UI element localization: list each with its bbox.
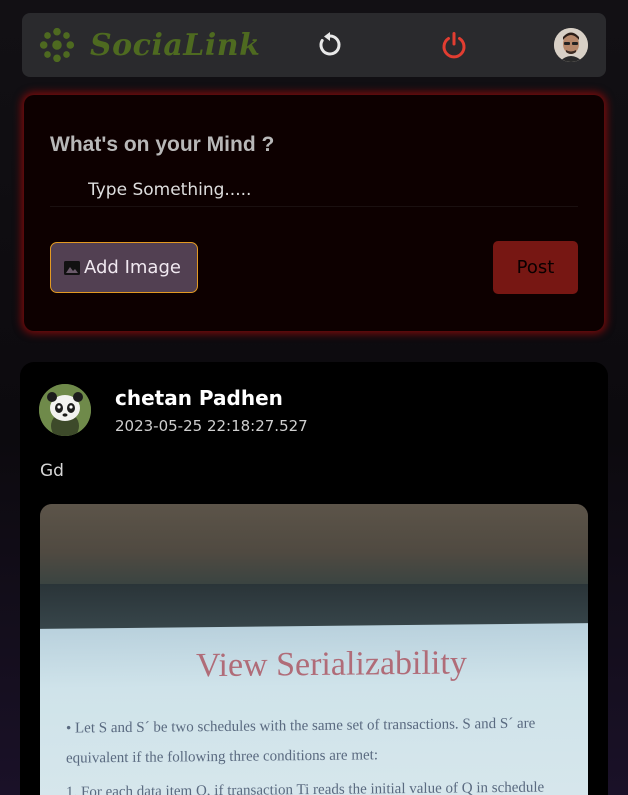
slide-screen: View Serializability • Let S and S´ be t… <box>40 623 588 795</box>
post-button[interactable]: Post <box>493 241 578 294</box>
compose-card: What's on your Mind ? Add Image Post <box>24 95 604 331</box>
power-icon <box>442 32 466 59</box>
avatar-image <box>554 28 588 62</box>
slide-title: View Serializability <box>196 644 467 685</box>
post-author-avatar[interactable] <box>39 384 91 436</box>
post-label: Post <box>516 257 555 278</box>
flower-logo-icon <box>39 27 75 63</box>
post-card: chetan Padhen 2023-05-25 22:18:27.527 Gd… <box>20 362 608 795</box>
slide-line-3: 1. For each data item Q, if transaction … <box>66 779 545 795</box>
top-navbar: SociaLink <box>22 13 606 77</box>
post-text: Gd <box>40 461 64 481</box>
image-icon <box>64 260 80 275</box>
post-timestamp: 2023-05-25 22:18:27.527 <box>115 417 308 435</box>
panda-avatar-image <box>39 384 91 436</box>
post-author-name[interactable]: chetan Padhen <box>115 386 283 410</box>
photo-wall <box>40 504 588 584</box>
post-image[interactable]: View Serializability • Let S and S´ be t… <box>40 504 588 795</box>
logout-button[interactable] <box>438 29 470 61</box>
refresh-button[interactable] <box>314 29 346 61</box>
compose-title: What's on your Mind ? <box>50 133 275 156</box>
refresh-icon <box>319 32 341 56</box>
slide-line-1: • Let S and S´ be two schedules with the… <box>66 715 536 737</box>
post-text-input[interactable] <box>50 173 578 207</box>
app-logo[interactable]: SociaLink <box>38 21 260 69</box>
add-image-button[interactable]: Add Image <box>50 242 198 293</box>
app-name: SociaLink <box>90 27 261 63</box>
slide-line-2: equivalent if the following three condit… <box>66 747 378 767</box>
add-image-label: Add Image <box>84 257 181 278</box>
user-avatar[interactable] <box>554 28 588 62</box>
